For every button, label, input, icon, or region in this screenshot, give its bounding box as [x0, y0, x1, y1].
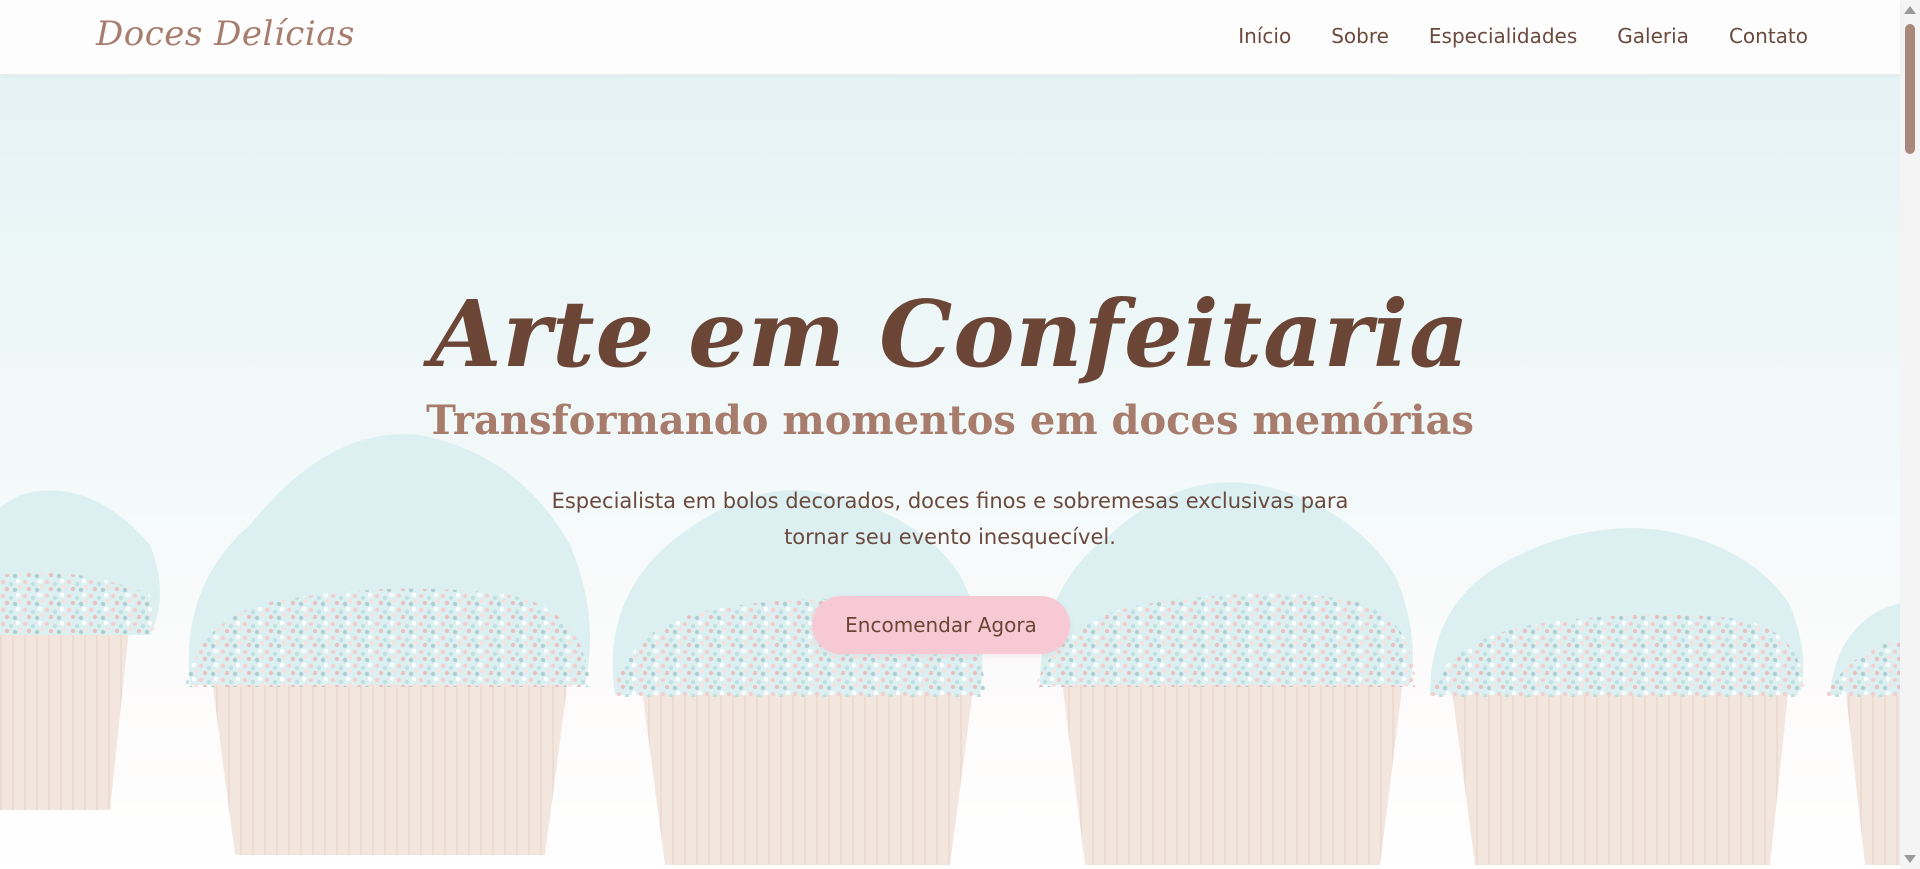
main-nav: Início Sobre Especialidades Galeria Cont… [1238, 24, 1808, 48]
site-header: Doces Delícias Início Sobre Especialidad… [0, 0, 1900, 75]
nav-item-inicio[interactable]: Início [1238, 24, 1291, 48]
nav-item-galeria[interactable]: Galeria [1617, 24, 1689, 48]
nav-item-especialidades[interactable]: Especialidades [1429, 24, 1577, 48]
hero-description: Especialista em bolos decorados, doces f… [551, 489, 1349, 549]
hero-section: Arte em Confeitaria Transformando moment… [0, 75, 1900, 869]
nav-item-contato[interactable]: Contato [1729, 24, 1808, 48]
brand-logo[interactable]: Doces Delícias [96, 14, 355, 54]
scroll-up-arrow-icon[interactable] [1904, 6, 1916, 14]
scrollbar-thumb[interactable] [1905, 24, 1915, 154]
nav-item-sobre[interactable]: Sobre [1331, 24, 1389, 48]
hero-content: Arte em Confeitaria Transformando moment… [0, 75, 1900, 869]
hero-title: Arte em Confeitaria [430, 280, 1470, 388]
order-now-button[interactable]: Encomendar Agora [812, 596, 1070, 654]
scroll-down-arrow-icon[interactable] [1904, 855, 1916, 863]
page-scrollbar[interactable] [1900, 0, 1920, 869]
hero-subtitle: Transformando momentos em doces memórias [426, 397, 1474, 444]
